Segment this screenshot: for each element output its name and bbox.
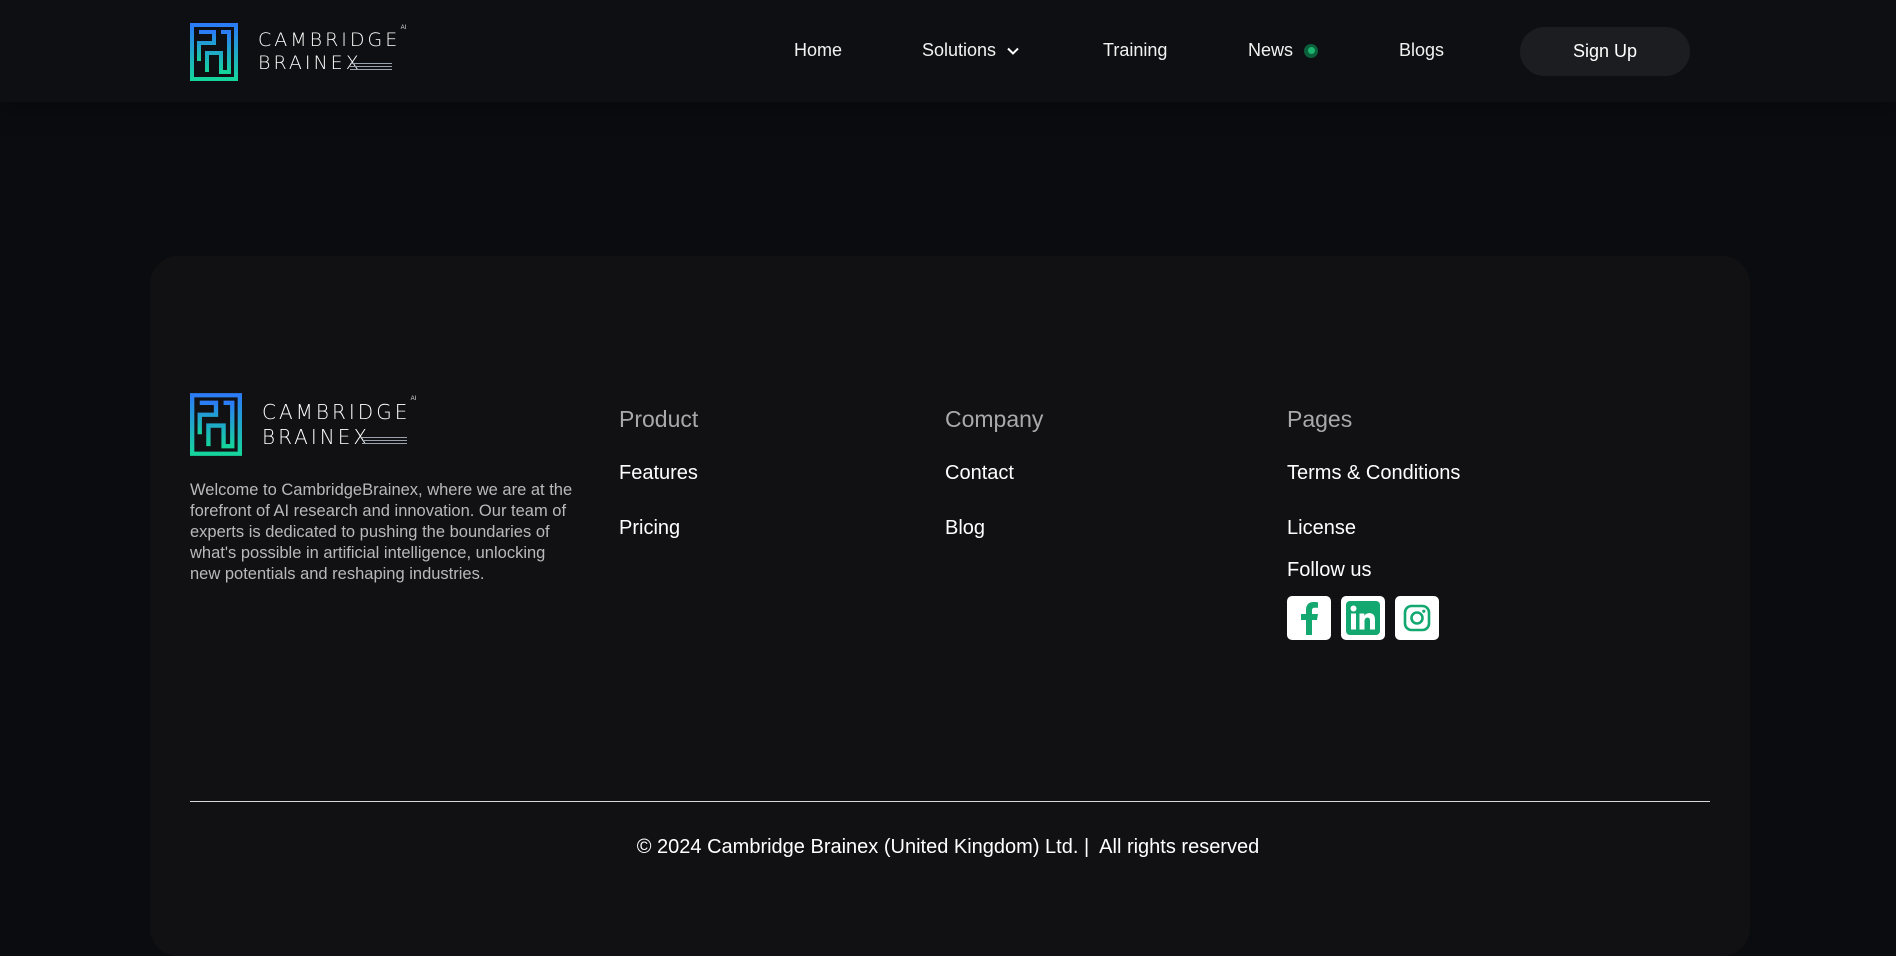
nav-home[interactable]: Home (794, 40, 842, 61)
brand-name-line1: CAMBRIDGE (262, 400, 411, 424)
column-title-company: Company (945, 406, 1044, 432)
footer-link-blog[interactable]: Blog (945, 517, 985, 540)
follow-us-label: Follow us (1287, 559, 1372, 581)
maze-logo-icon (190, 23, 238, 81)
facebook-icon (1301, 602, 1318, 635)
site-header: CAMBRIDGE BRAINEX AI Home Solutions Trai… (0, 0, 1896, 102)
facebook-link[interactable] (1287, 596, 1331, 640)
nav-news-label: News (1248, 40, 1294, 60)
brand-underline-decoration (362, 437, 407, 445)
about-text: Welcome to CambridgeBrainex, where we ar… (190, 481, 573, 583)
footer-link-license[interactable]: License (1287, 517, 1356, 540)
linkedin-link[interactable] (1341, 596, 1385, 640)
maze-logo-icon (190, 393, 242, 456)
chevron-down-icon (1007, 47, 1019, 55)
brand-underline-decoration (350, 63, 392, 71)
brand-superscript: AI (400, 25, 407, 31)
nav-solutions-label: Solutions (922, 40, 997, 60)
column-title-product: Product (619, 406, 699, 432)
nav-blogs[interactable]: Blogs (1399, 40, 1444, 61)
footer-link-pricing[interactable]: Pricing (619, 517, 680, 540)
brand-name-line1: CAMBRIDGE (258, 29, 401, 51)
linkedin-icon (1346, 601, 1380, 635)
footer-link-contact[interactable]: Contact (945, 462, 1014, 485)
instagram-link[interactable] (1395, 596, 1439, 640)
instagram-icon (1403, 604, 1431, 632)
nav-news[interactable]: News (1248, 40, 1319, 61)
column-title-pages: Pages (1287, 406, 1353, 432)
footer-divider (190, 801, 1710, 802)
brand-superscript: AI (410, 396, 417, 402)
sign-up-button[interactable]: Sign Up (1520, 27, 1690, 76)
news-indicator-dot (1304, 43, 1319, 58)
copyright-text: © 2024 Cambridge Brainex (United Kingdom… (636, 836, 1260, 858)
footer-logo[interactable]: CAMBRIDGE BRAINEX AI (190, 393, 416, 456)
nav-training[interactable]: Training (1103, 40, 1167, 61)
footer-link-features[interactable]: Features (619, 462, 698, 485)
footer-link-terms[interactable]: Terms & Conditions (1287, 462, 1460, 485)
nav-solutions[interactable]: Solutions (922, 40, 1020, 61)
header-logo[interactable]: CAMBRIDGE BRAINEX AI (190, 23, 406, 81)
